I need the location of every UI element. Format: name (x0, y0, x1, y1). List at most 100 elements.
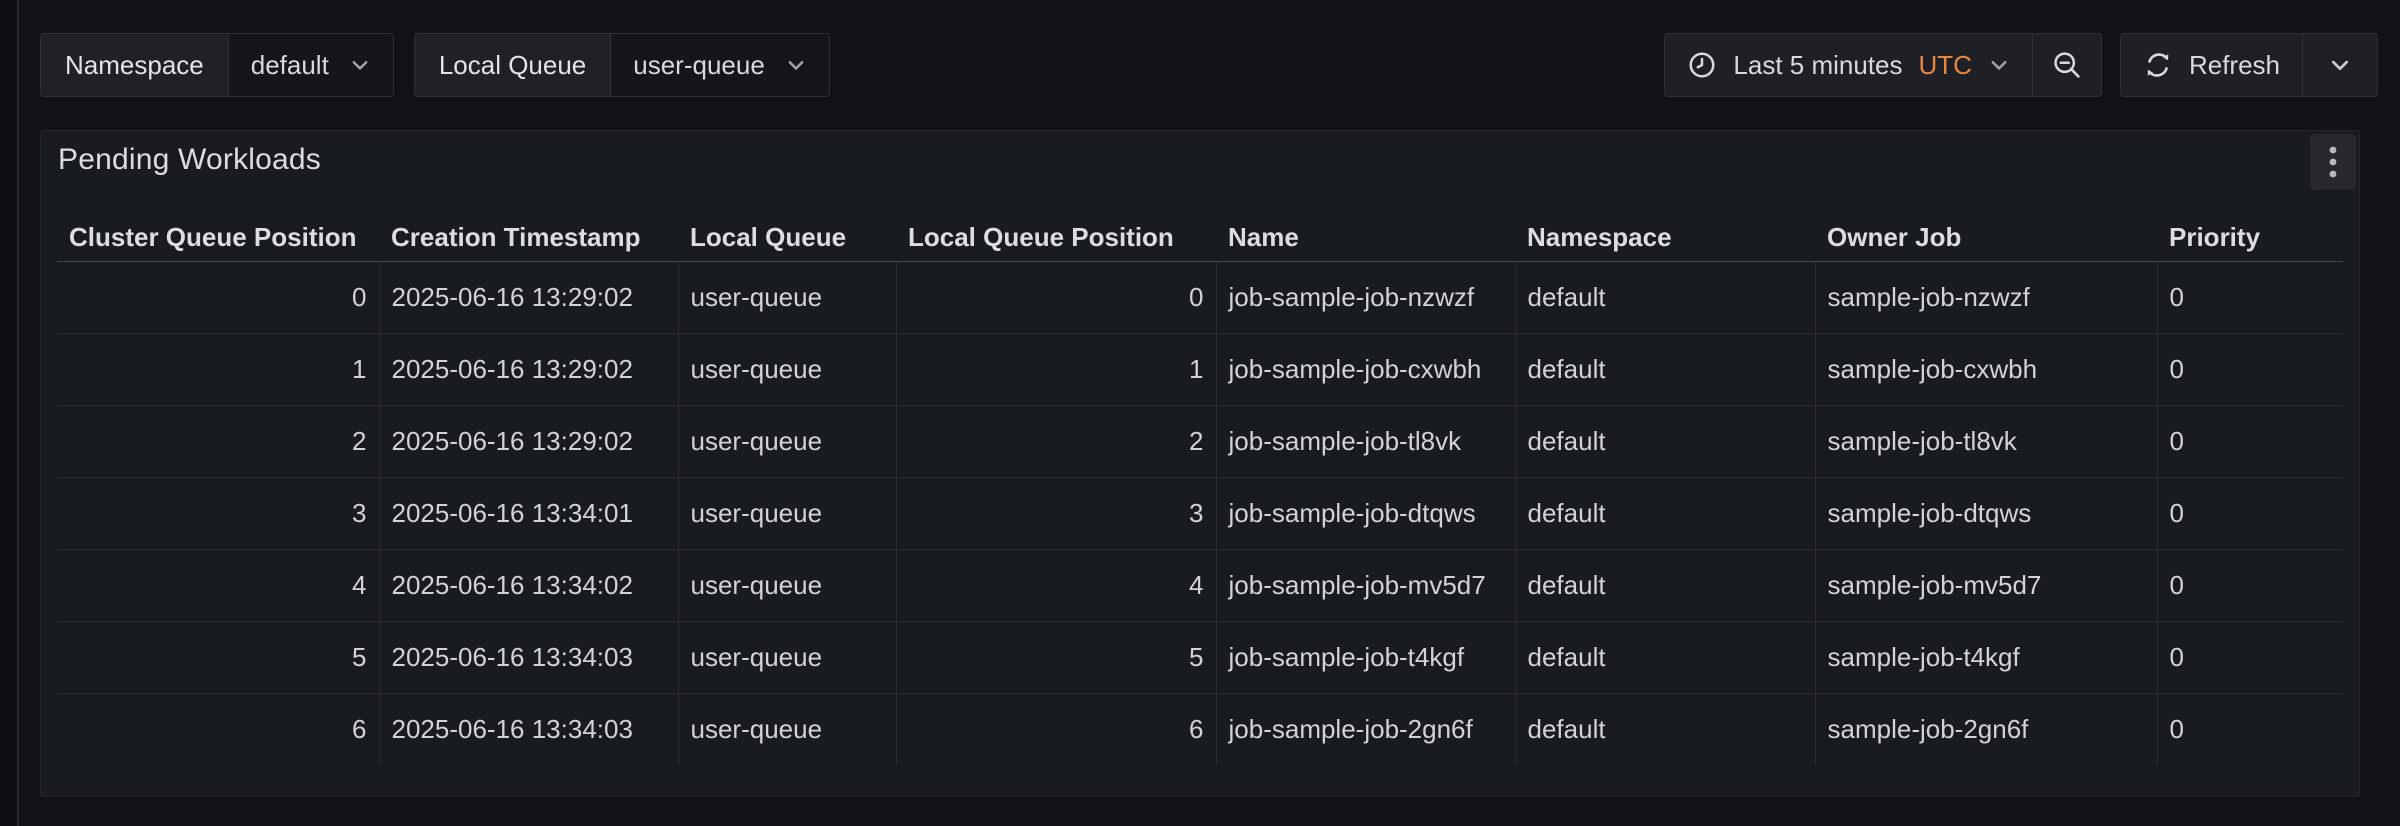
cell-priority: 0 (2157, 621, 2343, 693)
panel-header: Pending Workloads (41, 131, 2359, 189)
column-header-namespace[interactable]: Namespace (1515, 215, 1815, 261)
clock-icon (1687, 50, 1717, 80)
workloads-table: Cluster Queue Position Creation Timestam… (57, 215, 2343, 765)
variable-local-queue: Local Queue user-queue (414, 33, 830, 97)
cell-local-queue-position: 3 (896, 477, 1216, 549)
time-controls: Last 5 minutes UTC (1664, 33, 2378, 97)
cell-creation-timestamp: 2025-06-16 13:34:01 (379, 477, 678, 549)
cell-name: job-sample-job-dtqws (1216, 477, 1515, 549)
refresh-group: Refresh (2120, 33, 2378, 97)
workloads-table-wrap: Cluster Queue Position Creation Timestam… (41, 215, 2359, 765)
variable-local-queue-label: Local Queue (415, 34, 611, 96)
column-header-owner-job[interactable]: Owner Job (1815, 215, 2157, 261)
chevron-down-icon (2328, 53, 2352, 77)
table-row: 3 2025-06-16 13:34:01 user-queue 3 job-s… (57, 477, 2343, 549)
variable-controls: Namespace default Local Queue user-queue (40, 33, 830, 97)
column-header-local-queue-position[interactable]: Local Queue Position (896, 215, 1216, 261)
cell-priority: 0 (2157, 261, 2343, 333)
column-header-name[interactable]: Name (1216, 215, 1515, 261)
cell-cluster-queue-position: 5 (57, 621, 379, 693)
kebab-menu-icon (2328, 144, 2338, 180)
column-header-creation-timestamp[interactable]: Creation Timestamp (379, 215, 678, 261)
cell-name: job-sample-job-2gn6f (1216, 693, 1515, 765)
variable-local-queue-value: user-queue (633, 50, 765, 81)
chevron-down-icon (349, 54, 371, 76)
cell-owner-job: sample-job-dtqws (1815, 477, 2157, 549)
table-header-row: Cluster Queue Position Creation Timestam… (57, 215, 2343, 261)
column-header-cluster-queue-position[interactable]: Cluster Queue Position (57, 215, 379, 261)
table-row: 2 2025-06-16 13:29:02 user-queue 2 job-s… (57, 405, 2343, 477)
column-header-local-queue[interactable]: Local Queue (678, 215, 896, 261)
cell-owner-job: sample-job-nzwzf (1815, 261, 2157, 333)
cell-name: job-sample-job-t4kgf (1216, 621, 1515, 693)
magnifier-minus-icon (2051, 49, 2083, 81)
table-row: 0 2025-06-16 13:29:02 user-queue 0 job-s… (57, 261, 2343, 333)
variable-namespace-select[interactable]: default (229, 34, 393, 96)
cell-local-queue-position: 2 (896, 405, 1216, 477)
cell-priority: 0 (2157, 549, 2343, 621)
variable-namespace-value: default (251, 50, 329, 81)
column-header-priority[interactable]: Priority (2157, 215, 2343, 261)
refresh-label: Refresh (2189, 50, 2280, 81)
cell-name: job-sample-job-mv5d7 (1216, 549, 1515, 621)
cell-cluster-queue-position: 1 (57, 333, 379, 405)
cell-owner-job: sample-job-mv5d7 (1815, 549, 2157, 621)
cell-owner-job: sample-job-cxwbh (1815, 333, 2157, 405)
table-row: 6 2025-06-16 13:34:03 user-queue 6 job-s… (57, 693, 2343, 765)
cell-owner-job: sample-job-2gn6f (1815, 693, 2157, 765)
panel-menu-button[interactable] (2310, 134, 2356, 190)
cell-namespace: default (1515, 693, 1815, 765)
cell-namespace: default (1515, 477, 1815, 549)
panel-title: Pending Workloads (58, 143, 321, 177)
cell-cluster-queue-position: 4 (57, 549, 379, 621)
cell-local-queue: user-queue (678, 477, 896, 549)
cell-local-queue-position: 4 (896, 549, 1216, 621)
chevron-down-icon (1988, 54, 2010, 76)
page-left-edge-line (17, 0, 19, 826)
cell-namespace: default (1515, 549, 1815, 621)
cell-local-queue: user-queue (678, 405, 896, 477)
cell-local-queue-position: 5 (896, 621, 1216, 693)
time-range-label: Last 5 minutes (1733, 50, 1902, 81)
refresh-interval-dropdown[interactable] (2303, 34, 2377, 96)
cell-creation-timestamp: 2025-06-16 13:29:02 (379, 261, 678, 333)
cell-priority: 0 (2157, 333, 2343, 405)
cell-local-queue-position: 6 (896, 693, 1216, 765)
cell-cluster-queue-position: 6 (57, 693, 379, 765)
zoom-out-button[interactable] (2033, 34, 2101, 96)
cell-name: job-sample-job-nzwzf (1216, 261, 1515, 333)
cell-name: job-sample-job-cxwbh (1216, 333, 1515, 405)
sync-icon (2143, 50, 2173, 80)
cell-cluster-queue-position: 3 (57, 477, 379, 549)
cell-namespace: default (1515, 405, 1815, 477)
cell-namespace: default (1515, 261, 1815, 333)
chevron-down-icon (785, 54, 807, 76)
cell-creation-timestamp: 2025-06-16 13:34:02 (379, 549, 678, 621)
table-row: 5 2025-06-16 13:34:03 user-queue 5 job-s… (57, 621, 2343, 693)
time-picker-group: Last 5 minutes UTC (1664, 33, 2102, 97)
variable-local-queue-select[interactable]: user-queue (611, 34, 829, 96)
cell-cluster-queue-position: 0 (57, 261, 379, 333)
variable-namespace: Namespace default (40, 33, 394, 97)
cell-local-queue: user-queue (678, 549, 896, 621)
time-range-button[interactable]: Last 5 minutes UTC (1665, 34, 2032, 96)
cell-name: job-sample-job-tl8vk (1216, 405, 1515, 477)
timezone-badge: UTC (1919, 50, 1972, 81)
dashboard-toolbar: Namespace default Local Queue user-queue (40, 33, 2378, 97)
cell-owner-job: sample-job-tl8vk (1815, 405, 2157, 477)
cell-priority: 0 (2157, 405, 2343, 477)
cell-creation-timestamp: 2025-06-16 13:29:02 (379, 333, 678, 405)
page-left-edge (0, 0, 17, 826)
cell-namespace: default (1515, 621, 1815, 693)
cell-creation-timestamp: 2025-06-16 13:34:03 (379, 693, 678, 765)
cell-owner-job: sample-job-t4kgf (1815, 621, 2157, 693)
cell-cluster-queue-position: 2 (57, 405, 379, 477)
table-row: 4 2025-06-16 13:34:02 user-queue 4 job-s… (57, 549, 2343, 621)
table-row: 1 2025-06-16 13:29:02 user-queue 1 job-s… (57, 333, 2343, 405)
cell-priority: 0 (2157, 477, 2343, 549)
refresh-button[interactable]: Refresh (2121, 34, 2302, 96)
cell-local-queue-position: 0 (896, 261, 1216, 333)
cell-local-queue: user-queue (678, 261, 896, 333)
variable-namespace-label: Namespace (41, 34, 229, 96)
cell-creation-timestamp: 2025-06-16 13:34:03 (379, 621, 678, 693)
